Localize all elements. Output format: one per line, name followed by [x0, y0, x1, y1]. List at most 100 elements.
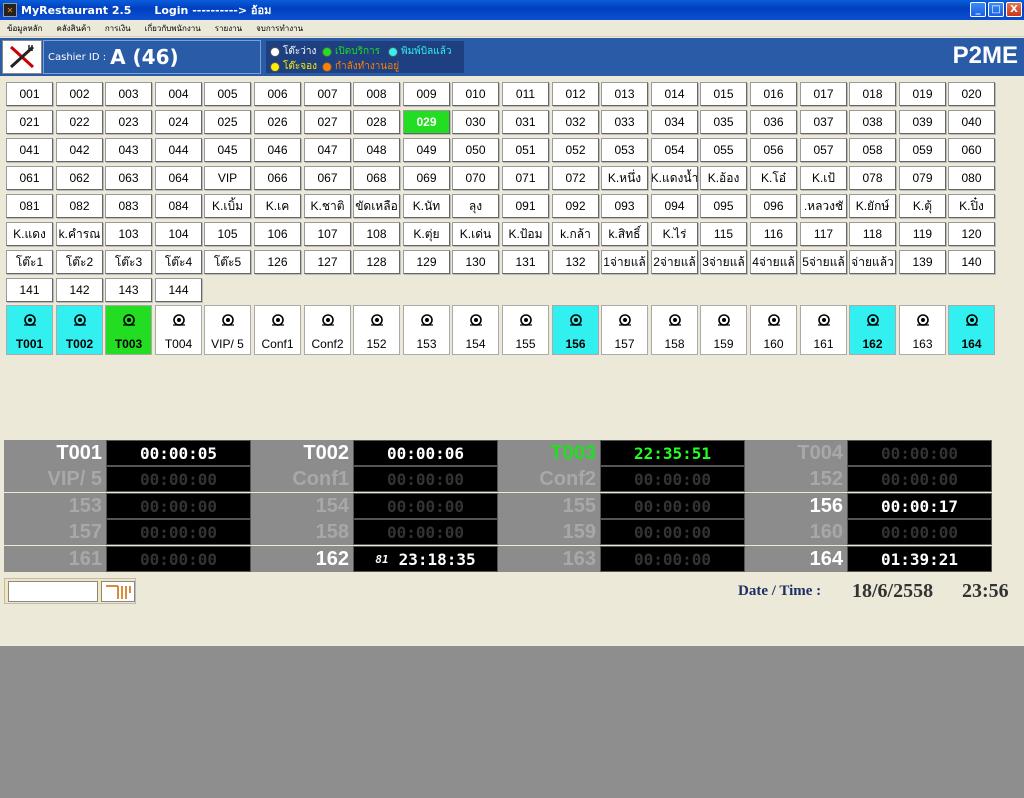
table-button[interactable]: 049 [403, 138, 450, 162]
table-button[interactable]: 091 [502, 194, 549, 218]
table-button[interactable]: 5จ่ายแล้ [800, 250, 847, 274]
table-button[interactable]: 041 [6, 138, 53, 162]
table-button[interactable]: 094 [651, 194, 698, 218]
vip-room-button[interactable]: Conf2 [304, 305, 351, 355]
table-button[interactable]: 103 [105, 222, 152, 246]
table-button[interactable]: 053 [601, 138, 648, 162]
vip-room-button[interactable]: 164 [948, 305, 995, 355]
table-button[interactable]: .หลวงชั [800, 194, 847, 218]
table-button[interactable]: 064 [155, 166, 202, 190]
table-button[interactable]: 017 [800, 82, 847, 106]
table-button[interactable]: 011 [502, 82, 549, 106]
table-button[interactable]: 093 [601, 194, 648, 218]
table-button[interactable]: 004 [155, 82, 202, 106]
table-button[interactable]: 084 [155, 194, 202, 218]
table-button[interactable]: K.อ้อง [700, 166, 747, 190]
vip-room-button[interactable]: T003 [105, 305, 152, 355]
table-button[interactable]: 119 [899, 222, 946, 246]
table-button[interactable]: 115 [700, 222, 747, 246]
table-button[interactable]: 003 [105, 82, 152, 106]
table-button[interactable]: 030 [452, 110, 499, 134]
search-input[interactable] [8, 581, 98, 602]
table-button[interactable]: 047 [304, 138, 351, 162]
vip-room-button[interactable]: T002 [56, 305, 103, 355]
table-button[interactable]: 029 [403, 110, 450, 134]
table-button[interactable]: 051 [502, 138, 549, 162]
table-button[interactable]: 054 [651, 138, 698, 162]
table-button[interactable]: 063 [105, 166, 152, 190]
table-button[interactable]: 033 [601, 110, 648, 134]
table-button[interactable]: 056 [750, 138, 797, 162]
table-button[interactable]: 006 [254, 82, 301, 106]
menu-employee[interactable]: เกี่ยวกับพนักงาน [138, 22, 208, 35]
vip-room-button[interactable]: 153 [403, 305, 450, 355]
table-button[interactable]: 038 [849, 110, 896, 134]
table-button[interactable]: 129 [403, 250, 450, 274]
table-button[interactable]: 042 [56, 138, 103, 162]
table-button[interactable]: ขัดเหลือ [353, 194, 400, 218]
table-button[interactable]: 001 [6, 82, 53, 106]
table-button[interactable]: 032 [552, 110, 599, 134]
table-button[interactable]: โต๊ะ1 [6, 250, 53, 274]
table-button[interactable]: 040 [948, 110, 995, 134]
table-button[interactable]: 106 [254, 222, 301, 246]
table-button[interactable]: 3จ่ายแล้ [700, 250, 747, 274]
table-button[interactable]: จ่ายแล้ว [849, 250, 896, 274]
table-button[interactable]: 079 [899, 166, 946, 190]
table-button[interactable]: 068 [353, 166, 400, 190]
table-button[interactable]: 060 [948, 138, 995, 162]
table-button[interactable]: 128 [353, 250, 400, 274]
table-button[interactable]: 105 [204, 222, 251, 246]
table-button[interactable]: K.เป้ [800, 166, 847, 190]
table-button[interactable]: 012 [552, 82, 599, 106]
table-button[interactable]: 1จ่ายแล้ [601, 250, 648, 274]
vip-room-button[interactable]: 161 [800, 305, 847, 355]
table-button[interactable]: k.คำรณ [56, 222, 103, 246]
vip-room-button[interactable]: T001 [6, 305, 53, 355]
table-button[interactable]: 014 [651, 82, 698, 106]
table-button[interactable]: 141 [6, 278, 53, 302]
table-button[interactable]: 039 [899, 110, 946, 134]
vip-room-button[interactable]: 160 [750, 305, 797, 355]
table-button[interactable]: 046 [254, 138, 301, 162]
table-button[interactable]: K.ยักษ์ [849, 194, 896, 218]
table-button[interactable]: 002 [56, 82, 103, 106]
vip-room-button[interactable]: 159 [700, 305, 747, 355]
table-button[interactable]: k.สิทธิ์ [601, 222, 648, 246]
table-button[interactable]: VIP [204, 166, 251, 190]
table-button[interactable]: 132 [552, 250, 599, 274]
table-button[interactable]: 116 [750, 222, 797, 246]
table-button[interactable]: 036 [750, 110, 797, 134]
table-button[interactable]: 082 [56, 194, 103, 218]
vip-room-button[interactable]: 156 [552, 305, 599, 355]
menu-master-data[interactable]: ข้อมูลหลัก [0, 22, 49, 35]
table-button[interactable]: โต๊ะ5 [204, 250, 251, 274]
table-button[interactable]: 009 [403, 82, 450, 106]
vip-room-button[interactable]: 154 [452, 305, 499, 355]
table-button[interactable]: 031 [502, 110, 549, 134]
table-button[interactable]: 062 [56, 166, 103, 190]
table-button[interactable]: 140 [948, 250, 995, 274]
vip-room-button[interactable]: Conf1 [254, 305, 301, 355]
table-button[interactable]: 069 [403, 166, 450, 190]
vip-room-button[interactable]: 155 [502, 305, 549, 355]
table-button[interactable]: K.เค [254, 194, 301, 218]
menu-finance[interactable]: การเงิน [98, 22, 138, 35]
table-button[interactable]: 024 [155, 110, 202, 134]
table-button[interactable]: 013 [601, 82, 648, 106]
table-button[interactable]: 104 [155, 222, 202, 246]
close-button[interactable]: X [1006, 2, 1022, 17]
table-button[interactable]: 015 [700, 82, 747, 106]
search-button[interactable] [101, 581, 135, 602]
table-button[interactable]: 139 [899, 250, 946, 274]
table-button[interactable]: K.นัท [403, 194, 450, 218]
vip-room-button[interactable]: VIP/ 5 [204, 305, 251, 355]
vip-room-button[interactable]: 152 [353, 305, 400, 355]
table-button[interactable]: 067 [304, 166, 351, 190]
table-button[interactable]: 071 [502, 166, 549, 190]
table-button[interactable]: K.แดงน้ำ [651, 166, 698, 190]
table-button[interactable]: 066 [254, 166, 301, 190]
menu-report[interactable]: รายงาน [208, 22, 249, 35]
table-button[interactable]: โต๊ะ3 [105, 250, 152, 274]
table-button[interactable]: 108 [353, 222, 400, 246]
